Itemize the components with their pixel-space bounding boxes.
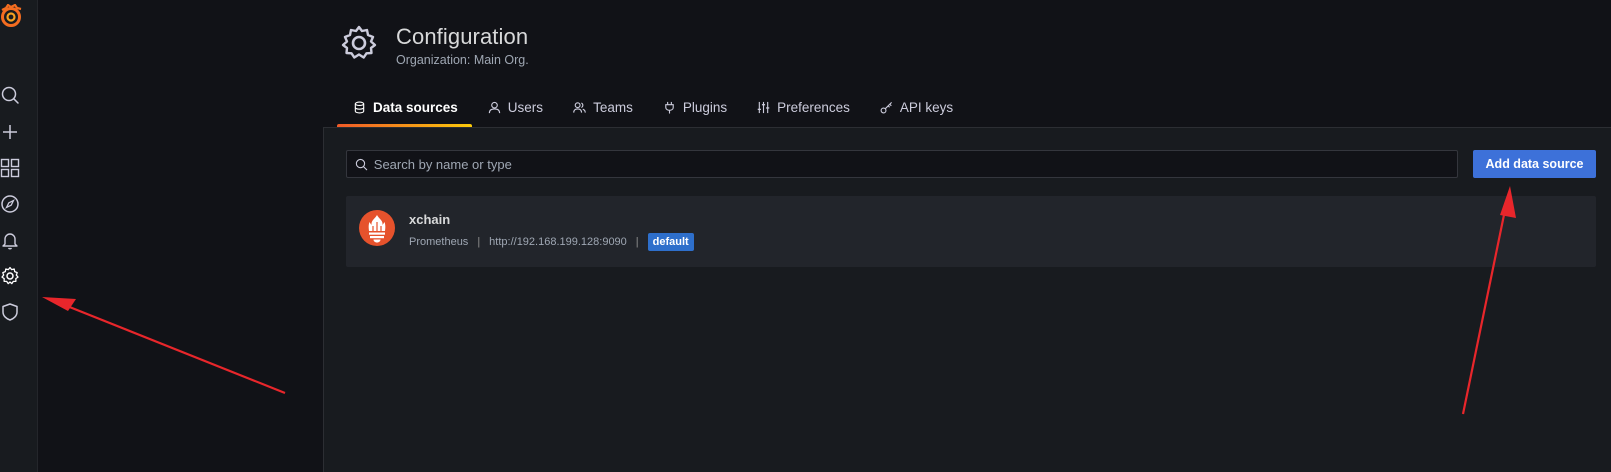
- plus-icon[interactable]: [0, 122, 22, 144]
- tab-teams[interactable]: Teams: [557, 94, 647, 127]
- separator: |: [477, 236, 481, 248]
- tab-label: Teams: [593, 100, 633, 115]
- datasource-url: http://192.168.199.128:9090: [489, 236, 627, 248]
- tab-preferences[interactable]: Preferences: [741, 94, 864, 127]
- explore-compass-icon[interactable]: [0, 194, 22, 216]
- prometheus-logo-icon: [359, 210, 395, 246]
- alerting-bell-icon[interactable]: [0, 230, 22, 252]
- tab-bar: Data sources Users Teams Plugins Prefere…: [337, 94, 967, 127]
- content-panel: [323, 127, 1611, 472]
- datasource-meta: Prometheus | http://192.168.199.128:9090…: [409, 232, 694, 252]
- add-data-source-button[interactable]: Add data source: [1473, 150, 1596, 178]
- tab-label: Users: [507, 100, 544, 115]
- datasource-type: Prometheus: [409, 236, 469, 248]
- sidebar: [0, 0, 38, 472]
- search-field[interactable]: [346, 150, 1458, 178]
- database-icon: [354, 101, 365, 114]
- page-title: Configuration: [396, 24, 529, 49]
- shield-icon[interactable]: [0, 302, 22, 324]
- tab-label: Data sources: [373, 100, 458, 115]
- tab-api-keys[interactable]: API keys: [864, 94, 967, 127]
- tab-label: Preferences: [777, 100, 850, 115]
- tab-data-sources[interactable]: Data sources: [337, 94, 472, 127]
- gear-icon[interactable]: [0, 266, 22, 288]
- tab-label: API keys: [899, 100, 954, 115]
- separator: |: [635, 236, 639, 248]
- tab-users[interactable]: Users: [472, 94, 557, 127]
- key-icon: [880, 101, 892, 114]
- users-icon: [573, 102, 586, 113]
- default-badge: default: [647, 233, 694, 251]
- search-icon: [355, 158, 368, 170]
- grafana-logo-icon[interactable]: [0, 3, 24, 28]
- page-subtitle: Organization: Main Org.: [396, 53, 529, 67]
- sliders-icon: [757, 101, 770, 114]
- search-input[interactable]: [373, 156, 1457, 172]
- datasource-name: xchain: [409, 212, 451, 227]
- tab-plugins[interactable]: Plugins: [647, 94, 741, 127]
- configuration-gear-icon: [340, 24, 378, 62]
- tab-label: Plugins: [682, 100, 728, 115]
- page-gutter: [39, 0, 323, 472]
- plug-icon: [665, 101, 674, 114]
- datasource-card[interactable]: xchain Prometheus | http://192.168.199.1…: [346, 196, 1596, 267]
- search-icon[interactable]: [0, 85, 22, 107]
- dashboards-icon[interactable]: [0, 158, 22, 180]
- user-icon: [488, 101, 500, 114]
